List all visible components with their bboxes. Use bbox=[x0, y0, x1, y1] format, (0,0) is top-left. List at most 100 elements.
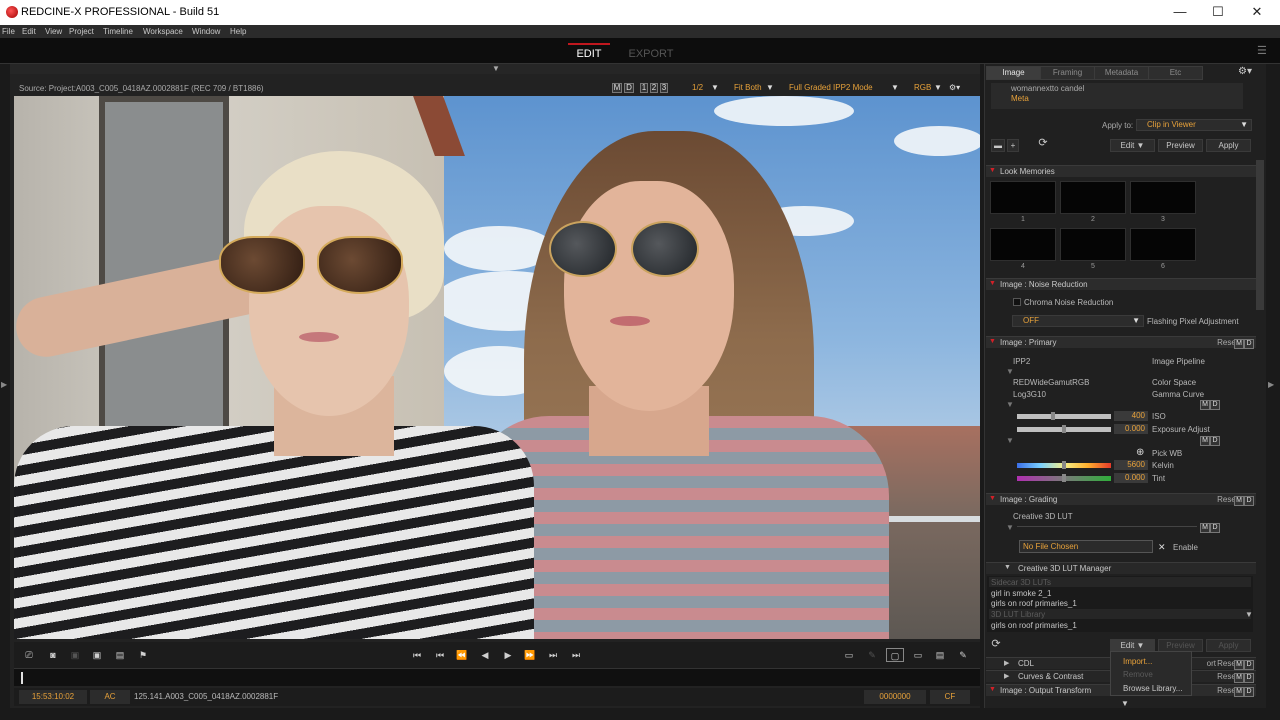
look-memory-slot-3[interactable] bbox=[1130, 181, 1196, 214]
pick-wb-label[interactable]: Pick WB bbox=[1152, 449, 1182, 458]
add-icon[interactable]: + bbox=[1007, 139, 1019, 152]
section-look-memories[interactable]: ▼ Look Memories bbox=[986, 165, 1256, 177]
viewer-page-1[interactable]: 1 bbox=[640, 83, 648, 93]
m-button[interactable]: M bbox=[1200, 400, 1210, 410]
tint-value[interactable]: 0.000 bbox=[1114, 473, 1148, 483]
flashing-pixel-select[interactable]: OFF ▼ bbox=[1012, 315, 1144, 327]
step-back-icon[interactable]: ◀ bbox=[476, 648, 494, 662]
go-start-icon[interactable]: ⏮ bbox=[408, 648, 426, 662]
edit-button[interactable]: Edit ▼ bbox=[1110, 139, 1155, 152]
tab-export[interactable]: EXPORT bbox=[626, 45, 676, 64]
section-noise-reduction[interactable]: ▼ Image : Noise Reduction bbox=[986, 278, 1256, 290]
rewind-icon[interactable]: ⏪ bbox=[453, 648, 471, 662]
next-mark-icon[interactable]: ⏭ bbox=[544, 648, 562, 662]
r3d-icon[interactable]: ▣ bbox=[88, 648, 106, 662]
lut-list[interactable]: Sidecar 3D LUTs girl in smoke 2_1 girls … bbox=[987, 576, 1253, 632]
d-button[interactable]: D bbox=[1244, 673, 1254, 683]
ac-select[interactable]: AC bbox=[90, 690, 130, 704]
fit-caret-icon[interactable]: ▼ bbox=[766, 83, 774, 92]
slider-knob[interactable] bbox=[1062, 425, 1066, 433]
tint-slider[interactable] bbox=[1017, 474, 1111, 482]
resolution-caret-icon[interactable]: ▼ bbox=[711, 83, 719, 92]
kelvin-value[interactable]: 5600 bbox=[1114, 460, 1148, 470]
chroma-noise-checkbox[interactable] bbox=[1013, 298, 1021, 306]
menu-window[interactable]: Window bbox=[192, 27, 220, 36]
list-item[interactable]: girls on roof primaries_1 bbox=[991, 599, 1077, 608]
scroll-down-arrow-icon[interactable]: ▼ bbox=[1121, 699, 1129, 708]
m-button[interactable]: M bbox=[1234, 660, 1244, 670]
viewer-page-2[interactable]: 2 bbox=[650, 83, 658, 93]
preset-list[interactable]: womannextto candel Meta bbox=[991, 83, 1243, 109]
viewer-page-3[interactable]: 3 bbox=[660, 83, 668, 93]
edit-pencil-icon[interactable]: ✎ bbox=[954, 648, 972, 662]
ruler-icon[interactable]: ▤ bbox=[931, 648, 949, 662]
prev-mark-icon[interactable]: ⏮ bbox=[431, 648, 449, 662]
clear-lut-icon[interactable]: ✕ bbox=[1158, 542, 1166, 553]
flag-icon[interactable]: ⚑ bbox=[134, 648, 152, 662]
preset-item-meta[interactable]: Meta bbox=[1011, 94, 1029, 103]
menu-view[interactable]: View bbox=[45, 27, 62, 36]
m-button[interactable]: M bbox=[1234, 496, 1244, 506]
slider-knob[interactable] bbox=[1062, 461, 1066, 469]
preset-item[interactable]: womannextto candel bbox=[1011, 84, 1084, 93]
viewer-d-button[interactable]: D bbox=[624, 83, 634, 93]
play-icon[interactable]: ▶ bbox=[499, 648, 517, 662]
snapshot-icon[interactable]: ◙ bbox=[44, 648, 62, 662]
tab-metadata[interactable]: Metadata bbox=[1094, 66, 1149, 80]
resolution-select[interactable]: 1/2 bbox=[692, 83, 703, 92]
expand-triangle-icon[interactable]: ▼ bbox=[1006, 367, 1014, 376]
hamburger-menu-icon[interactable]: ☰ bbox=[1257, 44, 1267, 57]
panel-settings-icon[interactable]: ⚙▾ bbox=[1238, 66, 1252, 77]
expand-triangle-icon[interactable]: ▼ bbox=[1006, 436, 1014, 445]
color-space-value[interactable]: REDWideGamutRGB bbox=[1013, 378, 1089, 387]
fast-forward-icon[interactable]: ⏩ bbox=[521, 648, 539, 662]
look-memory-slot-4[interactable] bbox=[990, 228, 1056, 261]
frame-counter[interactable]: 0000000 bbox=[864, 690, 926, 704]
tab-etc[interactable]: Etc bbox=[1148, 66, 1203, 80]
apply-button[interactable]: Apply bbox=[1206, 139, 1251, 152]
timecode-field[interactable]: 15:53:10:02 bbox=[19, 690, 87, 704]
m-button[interactable]: M bbox=[1234, 339, 1244, 349]
lut-enable-label[interactable]: Enable bbox=[1173, 543, 1198, 552]
refresh-icon[interactable]: ⟳ bbox=[988, 639, 1004, 652]
viewer-settings-icon[interactable]: ⚙▾ bbox=[949, 83, 960, 92]
m-button[interactable]: M bbox=[1234, 673, 1244, 683]
refresh-icon[interactable]: ⟳ bbox=[1034, 138, 1052, 151]
look-memory-slot-5[interactable] bbox=[1060, 228, 1126, 261]
iso-value[interactable]: 400 bbox=[1114, 411, 1148, 421]
exposure-slider[interactable] bbox=[1017, 425, 1111, 433]
safe-guides-icon[interactable]: ▢ bbox=[886, 648, 904, 662]
exposure-value[interactable]: 0.000 bbox=[1114, 424, 1148, 434]
pipeline-value[interactable]: IPP2 bbox=[1013, 357, 1030, 366]
cf-select[interactable]: CF bbox=[930, 690, 970, 704]
expand-triangle-icon[interactable]: ▼ bbox=[1006, 523, 1014, 532]
d-button[interactable]: D bbox=[1210, 436, 1220, 446]
gamma-value[interactable]: Log3G10 bbox=[1013, 390, 1046, 399]
look-memory-slot-2[interactable] bbox=[1060, 181, 1126, 214]
viewer-image[interactable] bbox=[14, 96, 980, 639]
list-item[interactable]: girls on roof primaries_1 bbox=[991, 621, 1077, 630]
list-item[interactable]: girl in smoke 2_1 bbox=[991, 589, 1051, 598]
folder-icon[interactable]: ▬ bbox=[991, 139, 1005, 152]
eyedropper-icon[interactable]: ⊕ bbox=[1136, 447, 1144, 458]
m-button[interactable]: M bbox=[1200, 436, 1210, 446]
minimize-button[interactable]: — bbox=[1164, 3, 1196, 21]
section-lut-manager[interactable]: ▼ Creative 3D LUT Manager bbox=[986, 562, 1256, 574]
go-end-icon[interactable]: ⏭ bbox=[567, 648, 585, 662]
playhead[interactable] bbox=[21, 672, 23, 684]
section-image-primary[interactable]: ▼ Image : Primary Reset MD bbox=[986, 336, 1256, 349]
preview-button[interactable]: Preview bbox=[1158, 139, 1203, 152]
view-mode-select[interactable]: Full Graded IPP2 Mode bbox=[789, 83, 873, 92]
d-button[interactable]: D bbox=[1244, 660, 1254, 670]
menu-project[interactable]: Project bbox=[69, 27, 94, 36]
tab-framing[interactable]: Framing bbox=[1040, 66, 1095, 80]
frame-guide-icon[interactable]: ▭ bbox=[909, 648, 927, 662]
view-mode-caret-icon[interactable]: ▼ bbox=[891, 83, 899, 92]
right-panel-arrow-icon[interactable]: ▶ bbox=[1268, 380, 1274, 389]
left-panel-arrow-icon[interactable]: ▶ bbox=[1, 380, 7, 389]
m-button[interactable]: M bbox=[1234, 687, 1244, 697]
maximize-button[interactable]: ☐ bbox=[1202, 3, 1234, 21]
iso-slider[interactable] bbox=[1017, 412, 1111, 420]
look-memory-slot-6[interactable] bbox=[1130, 228, 1196, 261]
fit-select[interactable]: Fit Both bbox=[734, 83, 762, 92]
